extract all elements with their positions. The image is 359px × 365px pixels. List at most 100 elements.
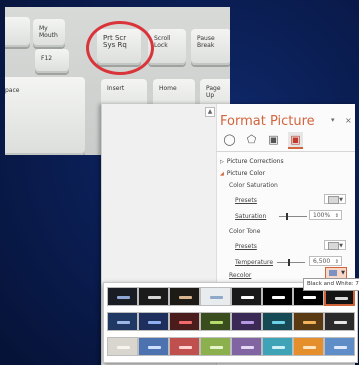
recolor-option[interactable] [262,312,293,331]
saturation-presets-dropdown[interactable]: ▼ [324,194,346,204]
recolor-option[interactable] [262,287,293,306]
recolor-preview-bar [210,346,223,349]
recolor-preview-bar [148,296,161,299]
recolor-preview-bar [117,346,130,349]
size-properties-icon[interactable]: ▣ [266,132,281,147]
effects-icon[interactable]: ⬠ [244,132,259,147]
saturation-slider-thumb[interactable] [286,213,288,220]
collapse-pane-button[interactable]: ▾ [331,116,335,124]
recolor-option[interactable] [231,337,262,356]
saturation-slider[interactable] [279,213,307,220]
key-label: My Mouth [39,25,58,39]
tooltip: Black and White: 75% [303,278,359,291]
section-label: Picture Color [226,170,266,177]
recolor-option[interactable] [324,312,355,331]
picture-color-section[interactable]: ◢ Picture Color [220,170,265,177]
preset-swatch [328,196,339,204]
recolor-preview-bar [179,296,192,299]
recolor-option[interactable] [231,287,262,306]
keyboard-key: F12 [35,49,69,73]
divider [216,151,355,152]
recolor-preview-bar [179,346,192,349]
recolor-option[interactable] [200,312,231,331]
saturation-presets-label: Presets [235,197,257,204]
recolor-preview-bar [148,346,161,349]
recolor-option[interactable] [169,287,200,306]
recolor-option[interactable] [107,312,138,331]
highlight-circle [86,21,154,75]
tone-presets-label: Presets [235,243,257,250]
picture-corrections-section[interactable]: ▷ Picture Corrections [220,158,284,165]
saturation-value: 100% [313,212,331,219]
recolor-option[interactable] [138,337,169,356]
recolor-option[interactable] [138,287,169,306]
recolor-preview-bar [117,321,130,324]
recolor-preview-bar [272,346,285,349]
recolor-preview-bar [334,346,347,349]
color-saturation-heading: Color Saturation [229,182,278,189]
keyboard-key [5,17,30,47]
scroll-up-button[interactable]: ▲ [205,107,215,117]
keyboard-key: My Mouth [33,19,65,47]
recolor-option[interactable] [200,287,231,306]
recolor-option[interactable] [107,337,138,356]
recolor-option[interactable] [231,312,262,331]
chevron-down-icon: ▼ [339,197,343,203]
keyboard-key: Pause Break [191,29,230,65]
stepper-icon: ⇕ [334,213,339,219]
recolor-option[interactable] [107,287,138,306]
fill-line-icon[interactable]: ◯ [222,132,237,147]
recolor-preview-bar [117,296,130,299]
tone-presets-dropdown[interactable]: ▼ [324,240,346,250]
key-label: Page Up [206,85,221,99]
chevron-right-icon: ▷ [220,159,224,165]
key-label: pace [5,87,20,94]
recolor-preview-bar [334,321,347,324]
temperature-value: 6,500 [313,258,331,265]
key-label: Home [159,85,177,92]
recolor-option[interactable] [138,312,169,331]
recolor-gallery [103,282,358,363]
pane-tabs: ◯ ⬠ ▣ ▣ [222,132,303,149]
temperature-input[interactable]: 6,500 ⇕ [309,256,342,266]
recolor-option[interactable] [324,337,355,356]
recolor-option[interactable] [262,337,293,356]
key-label: Pause Break [197,35,215,49]
chevron-down-icon: ◢ [220,171,224,177]
recolor-preview-bar [303,346,316,349]
temperature-slider-thumb[interactable] [288,259,291,266]
picture-icon[interactable]: ▣ [288,132,303,149]
recolor-preview-bar [303,296,316,299]
recolor-preview-bar [272,321,285,324]
recolor-option[interactable] [169,337,200,356]
keyboard-key: pace [5,77,85,155]
recolor-option[interactable] [169,312,200,331]
saturation-label: Saturation [235,213,267,220]
recolor-preview-bar [241,346,254,349]
key-label: Insert [107,85,125,92]
recolor-option[interactable] [200,337,231,356]
section-label: Picture Corrections [226,158,284,165]
recolor-preview-bar [303,321,316,324]
recolor-preview-bar [148,321,161,324]
chevron-down-icon: ▼ [339,243,343,249]
recolor-preview-bar [210,321,223,324]
recolor-option[interactable] [293,312,324,331]
recolor-preview-bar [241,296,254,299]
recolor-preview-bar [210,296,223,299]
recolor-preview-bar [335,297,348,300]
recolor-preview-bar [272,296,285,299]
key-label: F12 [41,55,53,62]
recolor-preview-bar [241,321,254,324]
key-label: Scroll Lock [154,35,171,49]
temperature-slider[interactable] [277,259,305,266]
preset-swatch [328,242,339,250]
recolor-option[interactable] [293,337,324,356]
pane-title: Format Picture [220,114,315,129]
recolor-preview-bar [179,321,192,324]
close-pane-button[interactable]: × [345,116,352,125]
temperature-label: Temperature [235,259,274,266]
chevron-down-icon: ▼ [341,270,345,276]
saturation-input[interactable]: 100% ⇕ [309,210,342,220]
stepper-icon: ⇕ [334,259,339,265]
